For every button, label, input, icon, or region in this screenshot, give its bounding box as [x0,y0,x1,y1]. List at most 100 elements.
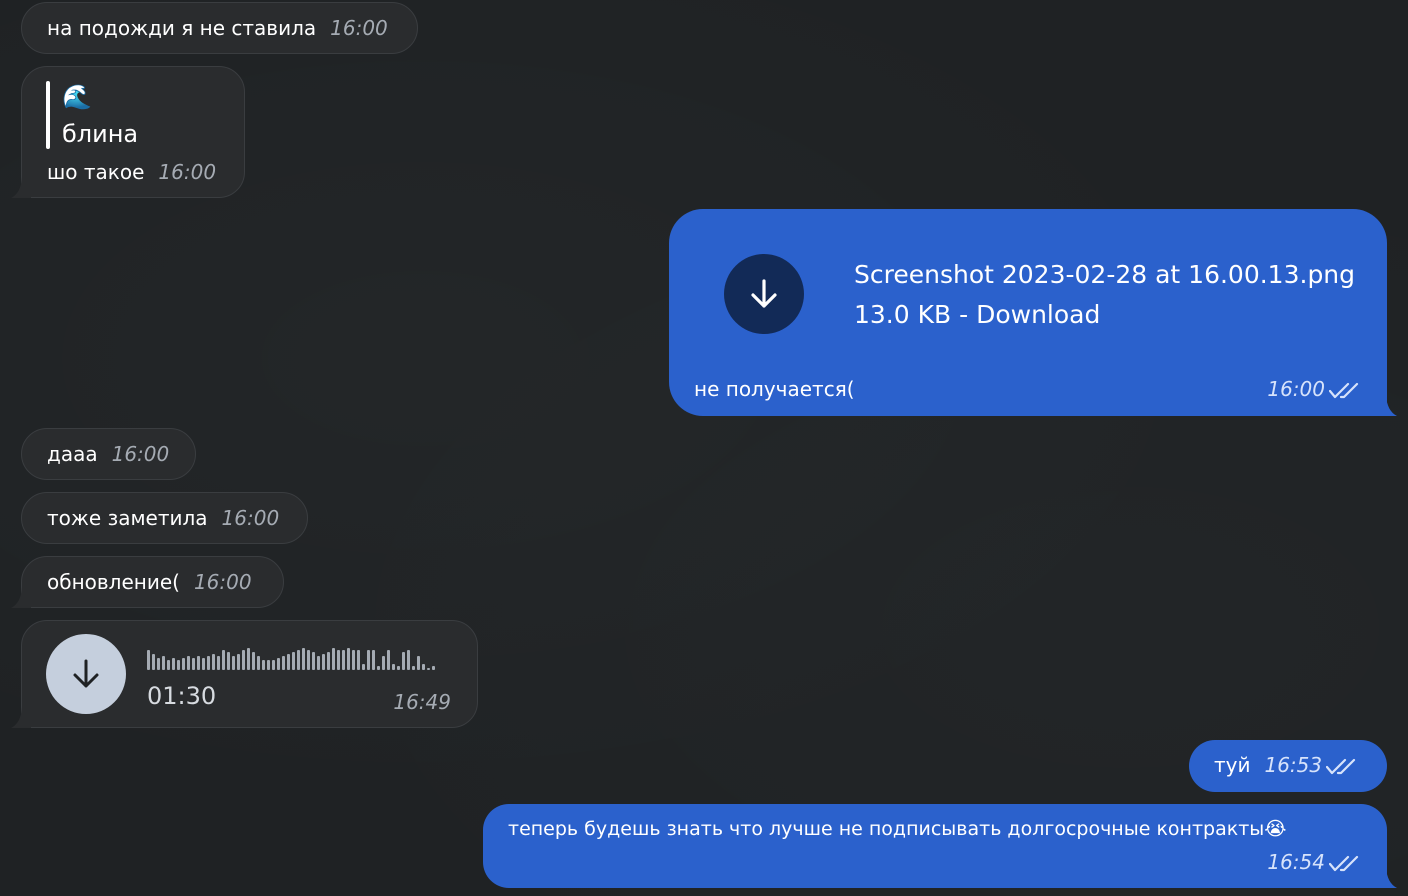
message-text: теперь будешь знать что лучше не подписы… [508,818,1287,840]
waveform-bar [297,650,300,670]
waveform-bar [172,658,175,670]
waveform-bar [242,650,245,670]
message-time: 16:00 [221,506,280,530]
waveform-bar [327,652,330,670]
file-download-button[interactable] [724,254,804,334]
message-time: 16:49 [393,690,451,714]
outgoing-file-message[interactable]: Screenshot 2023-02-28 at 16.00.13.png 13… [669,209,1387,416]
waveform-bar [417,656,420,670]
incoming-voice-message[interactable]: 01:30 16:49 [21,620,478,728]
waveform-bar [252,652,255,670]
waveform-bar [402,652,405,670]
incoming-message[interactable]: обновление( 16:00 [21,556,284,608]
file-name[interactable]: Screenshot 2023-02-28 at 16.00.13.png [854,259,1355,291]
message-text: обновление( [47,570,180,594]
message-time: 16:00 [111,442,170,466]
waveform-bar [377,666,380,670]
waveform-bar [222,650,225,670]
waveform-bar [162,656,165,670]
message-time: 16:00 [193,570,252,594]
waveform-bar [177,660,180,670]
waveform-bar [427,668,430,670]
waveform-bar [392,664,395,670]
outgoing-message[interactable]: туй 16:53 [1189,740,1387,792]
voice-download-button[interactable] [46,634,126,714]
waveform-bar [207,656,210,670]
waveform-bar [167,660,170,670]
message-time: 16:00 [158,160,217,184]
file-meta[interactable]: 13.0 KB - Download [854,299,1100,331]
chat-history[interactable]: на подожди я не ставила 16:00 🌊 блина шо … [0,0,1408,896]
waveform-bar [197,656,200,670]
waveform-bar [292,652,295,670]
bubble-tail [11,177,31,198]
waveform-bar [272,660,275,670]
message-text: дааа [47,442,98,466]
waveform-bar [152,654,155,670]
quote-text: блина [62,120,139,148]
download-arrow-icon [751,279,777,308]
outgoing-message[interactable]: теперь будешь знать что лучше не подписы… [483,804,1387,888]
message-time: 16:00 [330,16,388,40]
bubble-tail [1377,867,1397,888]
waveform-bar [362,664,365,670]
message-time: 16:53 [1264,753,1323,777]
waveform-bar [397,666,400,670]
download-arrow-icon [73,659,99,688]
incoming-message[interactable]: дааа 16:00 [21,428,196,480]
waveform-bar [257,656,260,670]
voice-waveform[interactable] [147,648,447,670]
waveform-bar [422,664,425,670]
waveform-bar [147,650,150,670]
waveform-bar [407,650,410,670]
double-check-icon [1326,758,1356,774]
waveform-bar [322,654,325,670]
message-time: 16:00 [1267,377,1325,401]
waveform-bar [202,658,205,670]
waveform-bar [432,666,435,670]
waveform-bar [287,654,290,670]
waveform-bar [342,650,345,670]
waveform-bar [247,648,250,670]
double-check-icon [1329,855,1359,871]
waveform-bar [412,666,415,670]
reply-quote[interactable] [46,81,50,149]
waveform-bar [217,656,220,670]
waveform-bar [357,650,360,670]
waveform-bar [387,650,390,670]
message-text: на подожди я не ставила [47,16,317,40]
message-text: тоже заметила [47,506,208,530]
waveform-bar [192,658,195,670]
waveform-bar [182,658,185,670]
bubble-tail [1377,395,1397,416]
message-time: 16:54 [1267,850,1325,874]
waveform-bar [227,652,230,670]
incoming-message[interactable]: тоже заметила 16:00 [21,492,308,544]
waveform-bar [212,654,215,670]
waveform-bar [277,658,280,670]
waveform-bar [232,656,235,670]
bubble-tail [11,707,31,728]
double-check-icon [1329,382,1359,398]
waveform-bar [347,648,350,670]
voice-duration: 01:30 [147,682,217,710]
incoming-message[interactable]: 🌊 блина шо такое 16:00 [21,66,245,198]
incoming-message[interactable]: на подожди я не ставила 16:00 [21,2,418,54]
waveform-bar [237,654,240,670]
waveform-bar [157,658,160,670]
waveform-bar [187,656,190,670]
waveform-bar [337,650,340,670]
waveform-bar [367,650,370,670]
message-text: туй [1214,753,1251,777]
waveform-bar [282,656,285,670]
waveform-bar [382,656,385,670]
waveform-bar [267,660,270,670]
bubble-tail [11,587,31,608]
quote-emoji: 🌊 [62,83,92,111]
waveform-bar [332,648,335,670]
waveform-bar [307,650,310,670]
waveform-bar [302,648,305,670]
waveform-bar [352,650,355,670]
waveform-bar [312,652,315,670]
waveform-bar [262,660,265,670]
